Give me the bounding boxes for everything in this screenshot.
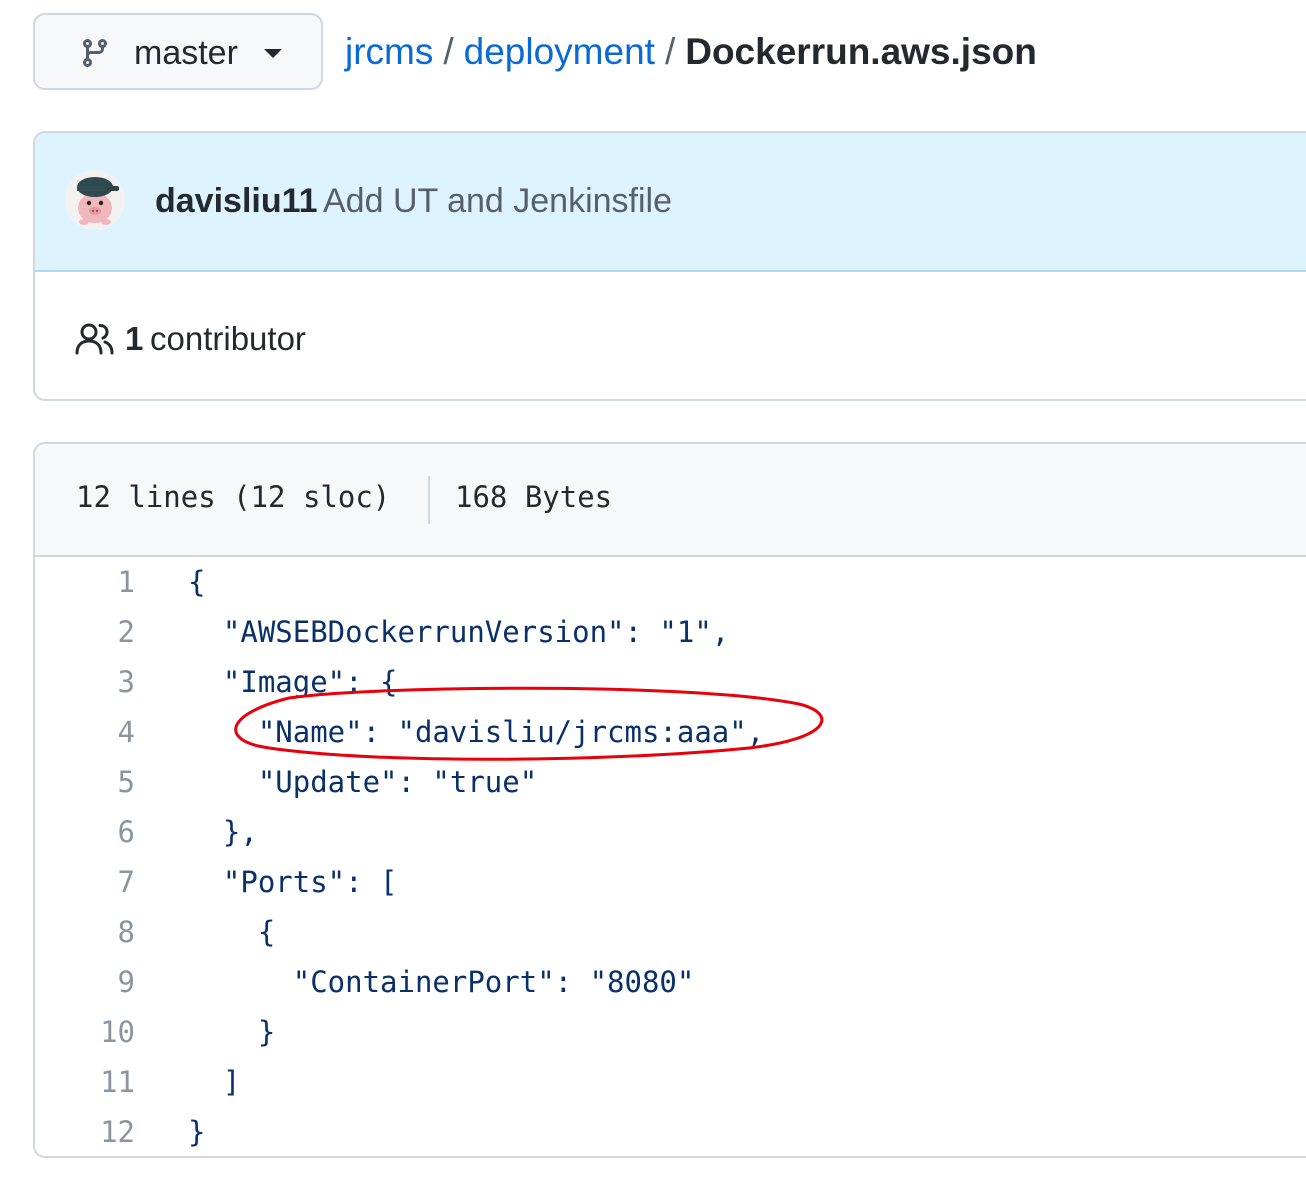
contributor-label: contributor [150,320,306,357]
branch-select-button[interactable]: master [33,13,323,90]
code-line: 1{ [35,557,1306,607]
line-number[interactable]: 6 [118,807,135,857]
code-line: 5 "Update": "true" [35,757,1306,807]
breadcrumb-separator: / [664,31,676,72]
line-number[interactable]: 11 [100,1057,135,1107]
file-info-bar: 12 lines (12 sloc) 168 Bytes [35,444,1306,557]
code-text: "ContainerPort": "8080" [188,965,695,999]
code-line: 3 "Image": { [35,657,1306,707]
file-size: 168 Bytes [455,480,613,514]
commit-author-link[interactable]: davisliu11 [155,181,318,221]
line-number[interactable]: 9 [118,957,135,1007]
branch-name: master [134,34,238,72]
commit-header: davisliu11 Add UT and Jenkinsfile [35,133,1306,272]
code-line: 6 }, [35,807,1306,857]
breadcrumb-current-file: Dockerrun.aws.json [685,31,1037,72]
line-number[interactable]: 3 [118,657,135,707]
code-line: 7 "Ports": [ [35,857,1306,907]
code-body: 1{2 "AWSEBDockerrunVersion": "1", 3 "Imag… [35,557,1306,1156]
contributors-row[interactable]: 1 contributor [35,272,1306,399]
code-line: 10 } [35,1007,1306,1057]
line-number[interactable]: 8 [118,907,135,957]
code-text: "Ports": [ [188,865,398,899]
code-line: 11 ] [35,1057,1306,1107]
code-line: 8 { [35,907,1306,957]
code-text: "Update": "true" [188,765,538,799]
code-line: 4 "Name": "davisliu/jrcms:aaa", [35,707,1306,757]
line-number[interactable]: 1 [118,557,135,607]
contributor-count: 1 [125,320,144,357]
breadcrumb-repo-link[interactable]: jrcms [345,31,433,72]
code-text: } [188,1115,206,1149]
breadcrumb-folder-link[interactable]: deployment [464,31,655,72]
line-number[interactable]: 7 [118,857,135,907]
people-icon [75,323,114,355]
file-viewer: 12 lines (12 sloc) 168 Bytes 1{2 "AWSEBD… [33,442,1306,1158]
line-number[interactable]: 12 [100,1107,135,1156]
latest-commit-box: davisliu11 Add UT and Jenkinsfile 1 cont… [33,131,1306,401]
code-text: { [188,565,206,599]
avatar-image-icon [65,170,125,230]
code-text: } [188,1015,276,1049]
file-line-count: 12 lines (12 sloc) [76,480,391,514]
commit-message-link[interactable]: Add UT and Jenkinsfile [323,181,672,221]
git-branch-icon [82,39,107,68]
code-line: 12} [35,1107,1306,1156]
breadcrumb: jrcms / deployment / Dockerrun.aws.json [345,30,1037,74]
code-text: "AWSEBDockerrunVersion": "1", [188,615,730,649]
line-number[interactable]: 10 [100,1007,135,1057]
line-number[interactable]: 2 [118,607,135,657]
code-text: ] [188,1065,241,1099]
caret-down-icon [264,49,282,58]
divider [428,476,430,524]
line-number[interactable]: 5 [118,757,135,807]
avatar[interactable] [65,170,125,230]
breadcrumb-separator: / [443,31,454,72]
code-text: "Name": "davisliu/jrcms:aaa", [188,715,765,749]
code-text: }, [188,815,258,849]
code-line: 9 "ContainerPort": "8080" [35,957,1306,1007]
code-text: { [188,915,276,949]
code-text: "Image": { [188,665,398,699]
code-line: 2 "AWSEBDockerrunVersion": "1", [35,607,1306,657]
line-number[interactable]: 4 [118,707,135,757]
